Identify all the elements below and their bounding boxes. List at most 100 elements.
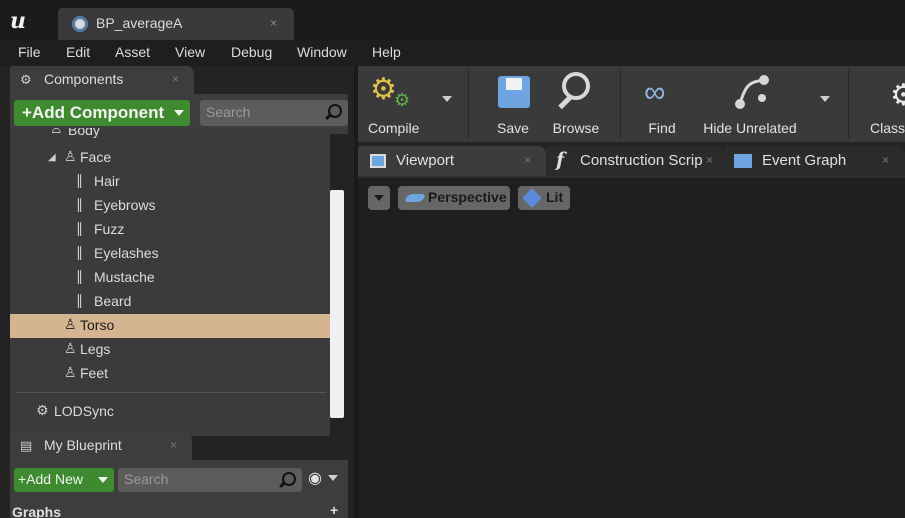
binoculars-icon: ∞ xyxy=(644,76,666,109)
tab-event-graph-label: Event Graph xyxy=(762,152,847,169)
tree-item-fuzz[interactable]: ∥ Fuzz xyxy=(10,218,330,242)
tab-components[interactable]: ⚙ Components × xyxy=(10,66,194,94)
blueprint-icon xyxy=(72,16,88,32)
hide-unrelated-icon xyxy=(735,75,769,109)
chevron-down-icon[interactable] xyxy=(820,96,830,102)
tree-item-label: Face xyxy=(80,149,112,165)
tab-construction-script[interactable]: f Construction Scrip × xyxy=(546,146,724,176)
lit-label: Lit xyxy=(546,189,564,205)
add-component-label: +Add Component xyxy=(22,103,165,122)
search-icon[interactable] xyxy=(328,104,342,118)
hair-icon: ∥ xyxy=(76,220,83,236)
tree-item-eyelashes[interactable]: ∥ Eyelashes xyxy=(10,242,330,266)
menu-bar: File Edit Asset View Debug Window Help xyxy=(0,40,905,66)
menu-file[interactable]: File xyxy=(18,44,41,60)
tree-item-label: Fuzz xyxy=(94,221,125,237)
close-icon[interactable]: × xyxy=(172,72,179,86)
menu-asset[interactable]: Asset xyxy=(115,44,150,60)
tree-item-feet[interactable]: ♙ Feet xyxy=(10,362,330,386)
hair-icon: ∥ xyxy=(76,268,83,284)
document-tab[interactable]: BP_averageA × xyxy=(58,8,294,40)
add-graph-icon[interactable]: + xyxy=(330,502,338,518)
tree-item-label: Hair xyxy=(94,173,120,189)
tree-item-label: Torso xyxy=(80,317,115,333)
lodsync-row-bg: ⚙ LODSync xyxy=(10,388,330,436)
blueprint-search-input[interactable]: Search xyxy=(118,468,302,492)
main-toolbar: ⚙ ⚙ Compile Save Browse ∞ Find Hide Unre… xyxy=(358,66,905,142)
function-icon: f xyxy=(556,149,565,171)
eye-icon[interactable]: ◉ xyxy=(308,468,322,488)
tree-item-legs[interactable]: ♙ Legs xyxy=(10,338,330,362)
tab-components-label: Components xyxy=(44,71,124,87)
close-icon[interactable]: × xyxy=(524,153,531,167)
search-placeholder: Search xyxy=(124,471,169,487)
hide-unrelated-button[interactable]: Hide Unrelated xyxy=(698,66,802,142)
toolbar-separator xyxy=(468,70,469,138)
find-button[interactable]: ∞ Find xyxy=(630,66,694,142)
components-scrollbar[interactable] xyxy=(330,190,344,418)
perspective-icon xyxy=(403,194,427,202)
viewport[interactable]: Perspective Lit xyxy=(358,176,905,518)
tree-item-face[interactable]: ◢ ♙ Face xyxy=(10,146,330,170)
add-new-button[interactable]: +Add New xyxy=(14,468,114,492)
close-icon[interactable]: × xyxy=(270,16,277,30)
compile-button[interactable]: ⚙ ⚙ Compile xyxy=(358,66,452,142)
class-settings-button[interactable]: ⚙ Class xyxy=(858,66,905,142)
chevron-down-icon xyxy=(174,110,184,116)
tab-my-blueprint[interactable]: ▤ My Blueprint × xyxy=(10,432,192,460)
hair-icon: ∥ xyxy=(76,292,83,308)
close-icon[interactable]: × xyxy=(706,153,713,167)
tree-item-lodsync[interactable]: ⚙ LODSync xyxy=(10,400,320,424)
search-icon[interactable] xyxy=(282,472,296,486)
close-icon[interactable]: × xyxy=(882,153,889,167)
menu-edit[interactable]: Edit xyxy=(66,44,90,60)
person-icon: ♙ xyxy=(64,340,77,356)
tab-event-graph[interactable]: Event Graph × xyxy=(724,146,905,176)
tree-item-label: Mustache xyxy=(94,269,155,285)
event-graph-icon xyxy=(734,154,752,168)
chevron-down-icon[interactable] xyxy=(328,475,338,481)
tree-item-body[interactable]: ♙ Body xyxy=(10,128,330,142)
viewport-options-button[interactable] xyxy=(368,186,390,210)
menu-help[interactable]: Help xyxy=(372,44,401,60)
unreal-logo-icon[interactable]: u xyxy=(10,8,26,34)
save-label: Save xyxy=(497,120,529,136)
tree-item-label: Legs xyxy=(80,341,111,357)
person-icon: ♙ xyxy=(64,148,77,164)
chevron-down-icon xyxy=(374,195,384,201)
document-tab-label: BP_averageA xyxy=(96,15,183,31)
tree-item-label: Beard xyxy=(94,293,132,309)
close-icon[interactable]: × xyxy=(170,438,177,452)
blueprint-toolbar: +Add New Search ◉ Graphs + xyxy=(10,460,348,518)
tree-item-label: LODSync xyxy=(54,403,114,419)
menu-window[interactable]: Window xyxy=(297,44,347,60)
tree-item-hair[interactable]: ∥ Hair xyxy=(10,170,330,194)
menu-view[interactable]: View xyxy=(175,44,205,60)
component-tree: ♙ Body ◢ ♙ Face ∥ Hair ∥ Eyebrows ∥ Fuzz… xyxy=(10,128,330,406)
compile-status-icon: ⚙ xyxy=(394,90,411,110)
lit-button[interactable]: Lit xyxy=(518,186,570,210)
person-icon: ♙ xyxy=(50,128,63,136)
tab-viewport[interactable]: Viewport × xyxy=(358,146,546,176)
tree-item-torso[interactable]: ♙ Torso xyxy=(10,314,330,338)
chevron-down-icon[interactable] xyxy=(442,96,452,102)
browse-button[interactable]: Browse xyxy=(544,66,608,142)
tree-item-beard[interactable]: ∥ Beard xyxy=(10,290,330,314)
perspective-button[interactable]: Perspective xyxy=(398,186,510,210)
save-button[interactable]: Save xyxy=(482,66,544,142)
add-new-label: +Add New xyxy=(18,471,83,487)
components-search-input[interactable]: Search xyxy=(200,100,348,126)
toolbar-separator xyxy=(620,70,621,138)
tree-item-mustache[interactable]: ∥ Mustache xyxy=(10,266,330,290)
editor-tab-bar: Viewport × f Construction Scrip × Event … xyxy=(358,142,905,176)
add-component-button[interactable]: +Add Component xyxy=(14,100,190,126)
tree-item-eyebrows[interactable]: ∥ Eyebrows xyxy=(10,194,330,218)
title-bar: u BP_averageA × xyxy=(0,0,905,40)
book-icon: ▤ xyxy=(20,438,33,453)
tree-item-label: Body xyxy=(68,128,100,138)
expand-arrow-icon[interactable]: ◢ xyxy=(48,152,56,163)
menu-debug[interactable]: Debug xyxy=(231,44,272,60)
find-label: Find xyxy=(648,120,676,136)
graphs-section-label[interactable]: Graphs xyxy=(12,504,61,518)
gear-icon: ⚙ xyxy=(890,79,905,112)
